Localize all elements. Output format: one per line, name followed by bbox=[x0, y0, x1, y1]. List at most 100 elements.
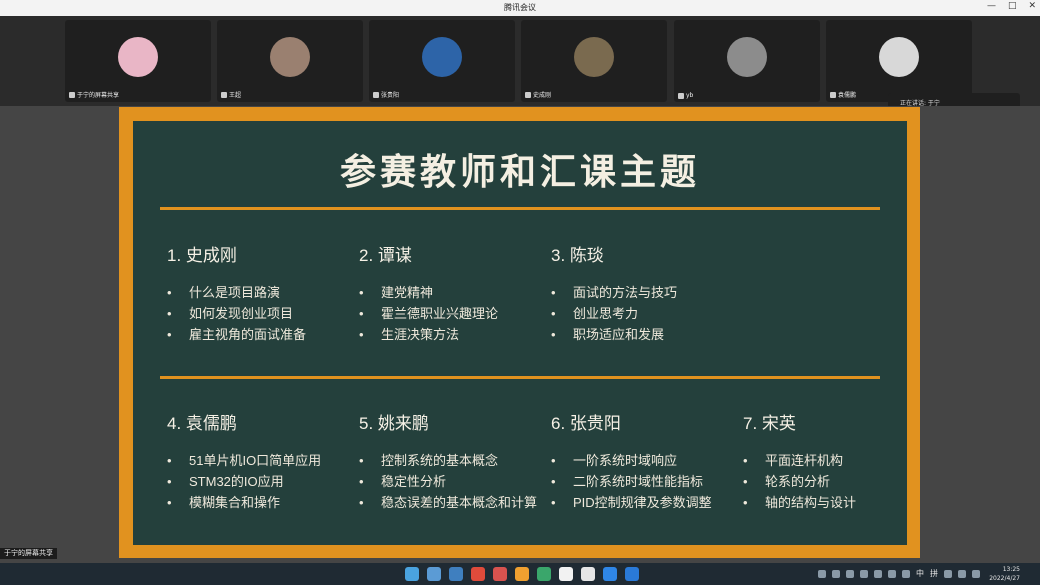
participant-tile[interactable]: yb bbox=[674, 20, 820, 102]
divider-middle bbox=[160, 376, 880, 379]
teacher-section: 6. 张贵阳一阶系统时域响应二阶系统时域性能指标PID控制规律及参数调整 bbox=[551, 409, 751, 513]
topic-list: 建党精神霍兰德职业兴趣理论生涯决策方法 bbox=[359, 282, 559, 345]
tray-app-icon[interactable] bbox=[902, 569, 910, 578]
wifi-icon[interactable] bbox=[944, 569, 952, 578]
battery-icon[interactable] bbox=[972, 569, 980, 578]
topic-item: 稳态误差的基本概念和计算 bbox=[359, 492, 559, 513]
participant-name-text: yb bbox=[686, 92, 694, 99]
teacher-section: 4. 袁儒鹏 51单片机IO口简单应用STM32的IO应用模糊集合和操作 bbox=[167, 409, 367, 513]
topic-item: PID控制规律及参数调整 bbox=[551, 492, 751, 513]
teacher-section: 5. 姚来鹏控制系统的基本概念稳定性分析稳态误差的基本概念和计算 bbox=[359, 409, 559, 513]
topic-item: 什么是项目路演 bbox=[167, 282, 367, 303]
close-icon[interactable]: ✕ bbox=[1028, 1, 1036, 11]
mic-icon bbox=[221, 91, 227, 98]
topic-item: 51单片机IO口简单应用 bbox=[167, 450, 367, 471]
ime-mode[interactable]: 拼 bbox=[930, 568, 938, 579]
clock-date: 2022/4/27 bbox=[989, 575, 1020, 582]
participant-tile[interactable]: 史成刚 bbox=[521, 20, 667, 102]
avatar bbox=[118, 37, 158, 77]
topic-item: STM32的IO应用 bbox=[167, 471, 367, 492]
avatar bbox=[879, 37, 919, 77]
topic-item: 一阶系统时域响应 bbox=[551, 450, 751, 471]
topic-item: 稳定性分析 bbox=[359, 471, 559, 492]
taskbar: 中 拼 13:25 2022/4/27 bbox=[0, 563, 1040, 585]
topic-item: 建党精神 bbox=[359, 282, 559, 303]
windows-start-icon[interactable] bbox=[405, 567, 419, 581]
sheets-icon[interactable] bbox=[537, 567, 551, 581]
topic-item: 雇主视角的面试准备 bbox=[167, 324, 367, 345]
tencent-meeting-icon[interactable] bbox=[603, 567, 617, 581]
participant-name-text: 袁儒鹏 bbox=[838, 92, 857, 99]
topic-list: 面试的方法与技巧创业思考力职场适应和发展 bbox=[551, 282, 751, 345]
slide-board: 参赛教师和汇课主题 1. 史成刚什么是项目路演如何发现创业项目雇主视角的面试准备… bbox=[133, 121, 907, 545]
teacher-name: 5. 姚来鹏 bbox=[359, 414, 429, 433]
clock[interactable]: 13:25 2022/4/27 bbox=[989, 565, 1020, 583]
ime-indicator[interactable]: 中 bbox=[916, 568, 924, 579]
teacher-name: 3. 陈琰 bbox=[551, 246, 604, 265]
mic-icon bbox=[69, 91, 75, 98]
topic-item: 生涯决策方法 bbox=[359, 324, 559, 345]
teacher-section: 2. 谭谋建党精神霍兰德职业兴趣理论生涯决策方法 bbox=[359, 241, 559, 345]
teacher-name: 1. 史成刚 bbox=[167, 246, 237, 265]
tray-app-icon[interactable] bbox=[818, 569, 826, 578]
topic-item: 轮系的分析 bbox=[743, 471, 943, 492]
participant-tile[interactable]: 张贵阳 bbox=[369, 20, 515, 102]
topic-item: 模糊集合和操作 bbox=[167, 492, 367, 513]
tencent-meeting-active-icon[interactable] bbox=[625, 567, 639, 581]
task-view-icon[interactable] bbox=[449, 567, 463, 581]
maximize-icon[interactable]: □ bbox=[1008, 1, 1017, 11]
window-controls: — □ ✕ bbox=[987, 1, 1036, 11]
participant-tile[interactable]: 王超 bbox=[217, 20, 363, 102]
topic-item: 控制系统的基本概念 bbox=[359, 450, 559, 471]
topic-list: 平面连杆机构轮系的分析轴的结构与设计 bbox=[743, 450, 943, 513]
notes-icon[interactable] bbox=[581, 567, 595, 581]
tray-app-icon[interactable] bbox=[832, 569, 840, 578]
teacher-name: 7. 宋英 bbox=[743, 414, 796, 433]
window-titlebar: 腾讯会议 — □ ✕ bbox=[0, 0, 1040, 16]
teacher-name: 6. 张贵阳 bbox=[551, 414, 621, 433]
tray-app-icon[interactable] bbox=[846, 569, 854, 578]
topic-item: 霍兰德职业兴趣理论 bbox=[359, 303, 559, 324]
search-icon[interactable] bbox=[427, 567, 441, 581]
participant-tile[interactable]: 于宁的屏幕共享 bbox=[65, 20, 211, 102]
topic-item: 如何发现创业项目 bbox=[167, 303, 367, 324]
teacher-section: 1. 史成刚什么是项目路演如何发现创业项目雇主视角的面试准备 bbox=[167, 241, 367, 345]
avatar bbox=[270, 37, 310, 77]
topic-item: 创业思考力 bbox=[551, 303, 751, 324]
participant-name-text: 史成刚 bbox=[533, 92, 552, 99]
topic-list: 一阶系统时域响应二阶系统时域性能指标PID控制规律及参数调整 bbox=[551, 450, 751, 513]
participant-tile[interactable]: 袁儒鹏 bbox=[826, 20, 972, 102]
dev-tool-icon[interactable] bbox=[515, 567, 529, 581]
tray-app-icon[interactable] bbox=[860, 569, 868, 578]
participant-name: 张贵阳 bbox=[373, 90, 399, 99]
participant-name: 王超 bbox=[221, 90, 241, 99]
minimize-icon[interactable]: — bbox=[987, 1, 996, 11]
avatar bbox=[727, 37, 767, 77]
teacher-name: 4. 袁儒鹏 bbox=[167, 414, 237, 433]
wps-icon[interactable] bbox=[493, 567, 507, 581]
participant-name: 于宁的屏幕共享 bbox=[69, 90, 119, 99]
typora-icon[interactable] bbox=[559, 567, 573, 581]
topic-item: 平面连杆机构 bbox=[743, 450, 943, 471]
participant-name-text: 于宁的屏幕共享 bbox=[77, 92, 120, 99]
tray-app-icon[interactable] bbox=[888, 569, 896, 578]
volume-icon[interactable] bbox=[958, 569, 966, 578]
participant-name: yb bbox=[678, 92, 693, 99]
chrome-icon[interactable] bbox=[471, 567, 485, 581]
topic-item: 二阶系统时域性能指标 bbox=[551, 471, 751, 492]
divider-top bbox=[160, 207, 880, 210]
participant-name-text: 张贵阳 bbox=[381, 92, 400, 99]
topic-list: 控制系统的基本概念稳定性分析稳态误差的基本概念和计算 bbox=[359, 450, 559, 513]
mic-icon bbox=[678, 92, 684, 99]
system-tray: 中 拼 bbox=[818, 568, 980, 579]
tray-app-icon[interactable] bbox=[874, 569, 882, 578]
topic-list: 51单片机IO口简单应用STM32的IO应用模糊集合和操作 bbox=[167, 450, 367, 513]
participant-name: 袁儒鹏 bbox=[830, 90, 856, 99]
mic-icon bbox=[830, 91, 836, 98]
participant-name: 史成刚 bbox=[525, 90, 551, 99]
mic-icon bbox=[373, 91, 379, 98]
teacher-name: 2. 谭谋 bbox=[359, 246, 412, 265]
topic-list: 什么是项目路演如何发现创业项目雇主视角的面试准备 bbox=[167, 282, 367, 345]
taskbar-apps bbox=[405, 567, 639, 581]
topic-item: 轴的结构与设计 bbox=[743, 492, 943, 513]
